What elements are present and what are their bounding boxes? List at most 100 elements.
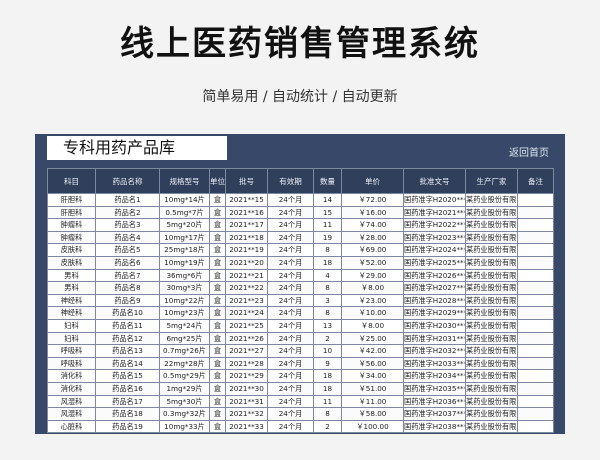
cell-remark[interactable]	[517, 394, 554, 409]
cell-subject[interactable]: 男科	[47, 268, 96, 283]
cell-remark[interactable]	[517, 230, 554, 245]
table-row[interactable]: 消化科 药品名16 1mg*29片盒 2021**30 24个月 18 ￥51.00 国药准字…	[47, 381, 554, 396]
cell-approval-no[interactable]: 国药准字H2020***82	[403, 193, 466, 207]
cell-drug-name[interactable]: 药品名12	[95, 331, 160, 346]
cell-subject[interactable]: 皮肤科	[47, 255, 96, 270]
cell-approval-no[interactable]: 国药准字H2030***99	[403, 318, 466, 333]
col-header-unit[interactable]: 单位	[209, 168, 226, 194]
cell-spec[interactable]: 5mg*20片	[159, 218, 210, 232]
cell-spec[interactable]: 0.3mg*32片	[159, 407, 210, 421]
cell-validity[interactable]: 24个月	[267, 193, 314, 207]
cell-quantity[interactable]: 19	[313, 230, 342, 245]
cell-spec[interactable]: 10mg*23片	[159, 306, 210, 320]
cell-price[interactable]: ￥23.00	[341, 293, 404, 308]
cell-approval-no[interactable]: 国药准字H2028***97	[403, 293, 466, 308]
cell-subject[interactable]: 神经科	[47, 293, 96, 308]
cell-spec[interactable]: 36mg*6片	[159, 268, 210, 283]
cell-remark[interactable]	[517, 243, 554, 257]
col-header-subject[interactable]: 科目	[47, 168, 96, 194]
cell-quantity[interactable]: 3	[313, 293, 342, 308]
cell-manufacturer[interactable]: 某药业股份有限公司	[465, 255, 518, 270]
cell-quantity[interactable]: 8	[313, 407, 342, 421]
cell-validity[interactable]: 24个月	[267, 268, 314, 283]
col-header-batch[interactable]: 批号	[225, 168, 268, 194]
table-row[interactable]: 风湿科 药品名17 5mg*30片盒 2021**31 24个月 11 ￥11.00 国药准字…	[47, 394, 554, 409]
cell-spec[interactable]: 10mg*17片	[159, 230, 210, 245]
col-header-remark[interactable]: 备注	[517, 168, 554, 194]
cell-batch[interactable]: 2021**16	[225, 205, 268, 220]
cell-validity[interactable]: 24个月	[267, 344, 314, 358]
cell-quantity[interactable]: 18	[313, 381, 342, 396]
cell-validity[interactable]: 24个月	[267, 381, 314, 396]
cell-spec[interactable]: 5mg*24片	[159, 318, 210, 333]
cell-approval-no[interactable]: 国药准字H2023***92	[403, 230, 466, 245]
back-home-link[interactable]: 返回首页	[509, 144, 549, 159]
cell-unit[interactable]: 盒	[209, 419, 226, 434]
cell-drug-name[interactable]: 药品名15	[95, 369, 160, 383]
cell-validity[interactable]: 24个月	[267, 318, 314, 333]
cell-drug-name[interactable]: 药品名4	[95, 230, 160, 245]
cell-validity[interactable]: 24个月	[267, 394, 314, 409]
cell-spec[interactable]: 10mg*22片	[159, 293, 210, 308]
cell-unit[interactable]: 盒	[209, 243, 226, 257]
cell-remark[interactable]	[517, 281, 554, 295]
cell-manufacturer[interactable]: 某药业股份有限公司	[465, 331, 518, 346]
cell-price[interactable]: ￥29.00	[341, 268, 404, 283]
cell-price[interactable]: ￥25.00	[341, 331, 404, 346]
cell-subject[interactable]: 妇科	[47, 331, 96, 346]
col-header-validity[interactable]: 有效期	[267, 168, 314, 194]
tab-specialty-drug-library[interactable]: 专科用药产品库	[47, 136, 227, 160]
cell-unit[interactable]: 盒	[209, 394, 226, 409]
cell-price[interactable]: ￥16.00	[341, 205, 404, 220]
table-row[interactable]: 肝胆科 药品名1 10mg*14片盒 2021**15 24个月 14 ￥72.00 国药准字…	[47, 193, 554, 207]
cell-subject[interactable]: 呼吸科	[47, 356, 96, 371]
cell-spec[interactable]: 25mg*18片	[159, 243, 210, 257]
cell-approval-no[interactable]: 国药准字H2022***91	[403, 218, 466, 232]
cell-remark[interactable]	[517, 193, 554, 207]
cell-spec[interactable]: 10mg*33片	[159, 419, 210, 434]
cell-manufacturer[interactable]: 某药业股份有限公司	[465, 318, 518, 333]
cell-quantity[interactable]: 8	[313, 243, 342, 257]
cell-remark[interactable]	[517, 419, 554, 434]
table-row[interactable]: 男科 药品名7 36mg*6片盒 2021**21 24个月 4 ￥29.00 国药准字H20…	[47, 268, 554, 283]
cell-drug-name[interactable]: 药品名3	[95, 218, 160, 232]
cell-unit[interactable]: 盒	[209, 268, 226, 283]
cell-spec[interactable]: 30mg*3片	[159, 281, 210, 295]
cell-manufacturer[interactable]: 某药业股份有限公司	[465, 193, 518, 207]
cell-validity[interactable]: 24个月	[267, 419, 314, 434]
cell-subject[interactable]: 肿瘤科	[47, 230, 96, 245]
cell-validity[interactable]: 24个月	[267, 369, 314, 383]
cell-validity[interactable]: 24个月	[267, 293, 314, 308]
cell-subject[interactable]: 消化科	[47, 369, 96, 383]
cell-spec[interactable]: 0.5mg*29片	[159, 369, 210, 383]
cell-unit[interactable]: 盒	[209, 369, 226, 383]
cell-remark[interactable]	[517, 218, 554, 232]
cell-remark[interactable]	[517, 205, 554, 220]
cell-approval-no[interactable]: 国药准字H2024***93	[403, 243, 466, 257]
cell-manufacturer[interactable]: 某药业股份有限公司	[465, 243, 518, 257]
cell-manufacturer[interactable]: 某药业股份有限公司	[465, 356, 518, 371]
cell-batch[interactable]: 2021**32	[225, 407, 268, 421]
col-header-drug-name[interactable]: 药品名称	[95, 168, 160, 194]
cell-approval-no[interactable]: 国药准字H2031***23	[403, 331, 466, 346]
cell-unit[interactable]: 盒	[209, 193, 226, 207]
cell-validity[interactable]: 24个月	[267, 243, 314, 257]
cell-approval-no[interactable]: 国药准字H2037***29	[403, 407, 466, 421]
cell-price[interactable]: ￥58.00	[341, 407, 404, 421]
cell-manufacturer[interactable]: 某药业股份有限公司	[465, 306, 518, 320]
cell-drug-name[interactable]: 药品名18	[95, 407, 160, 421]
cell-approval-no[interactable]: 国药准字H2036***28	[403, 394, 466, 409]
table-row[interactable]: 风湿科 药品名18 0.3mg*32片盒 2021**32 24个月 8 ￥58.00 国药准…	[47, 407, 554, 421]
cell-approval-no[interactable]: 国药准字H2026***95	[403, 268, 466, 283]
cell-validity[interactable]: 24个月	[267, 218, 314, 232]
cell-manufacturer[interactable]: 某药业股份有限公司	[465, 394, 518, 409]
cell-spec[interactable]: 1mg*29片	[159, 381, 210, 396]
cell-batch[interactable]: 2021**15	[225, 193, 268, 207]
cell-subject[interactable]: 风湿科	[47, 394, 96, 409]
table-row[interactable]: 呼吸科 药品名14 22mg*28片盒 2021**28 24个月 9 ￥56.00 国药准字…	[47, 356, 554, 371]
cell-spec[interactable]: 10mg*14片	[159, 193, 210, 207]
cell-manufacturer[interactable]: 某药业股份有限公司	[465, 268, 518, 283]
cell-drug-name[interactable]: 药品名13	[95, 344, 160, 358]
cell-batch[interactable]: 2021**24	[225, 306, 268, 320]
table-row[interactable]: 呼吸科 药品名13 0.7mg*26片盒 2021**27 24个月 10 ￥42.00 国药…	[47, 344, 554, 358]
